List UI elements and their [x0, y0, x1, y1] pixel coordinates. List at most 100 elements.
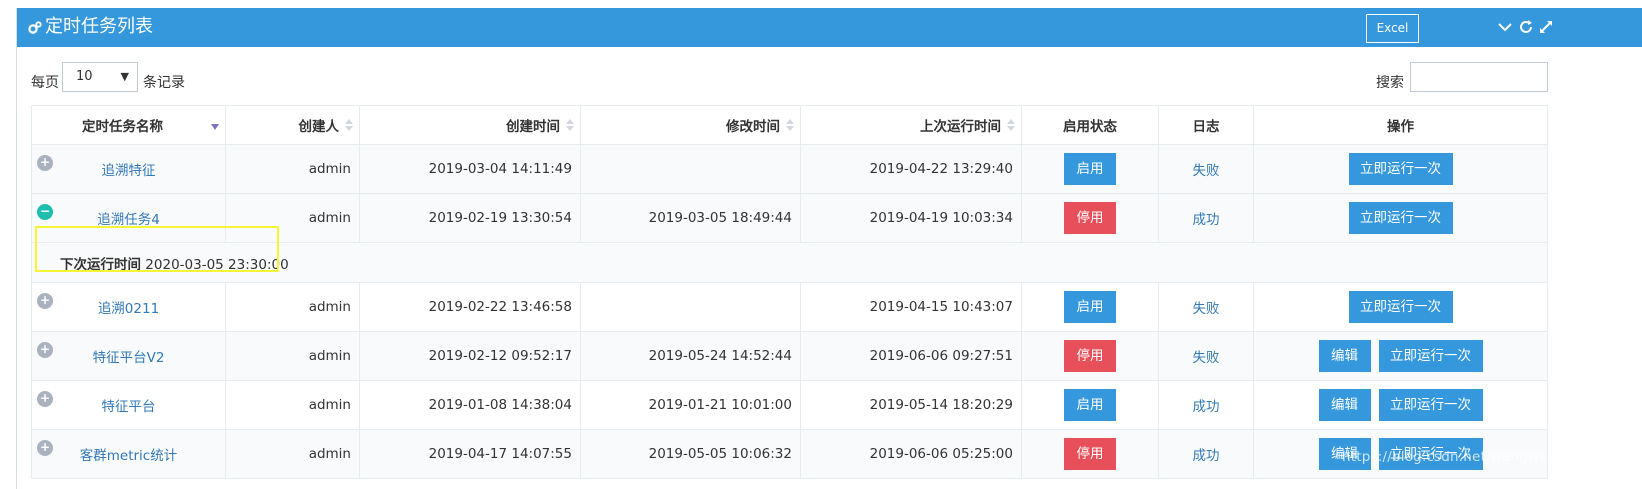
expand-plus-icon[interactable]: +	[37, 155, 53, 171]
sort-desc-icon	[211, 124, 219, 130]
task-list-panel: 定时任务列表 Excel 每页 10 ▼ 条记录 搜索 定时任务名称 创建人 创…	[16, 8, 1642, 489]
log-cell: 成功	[1158, 193, 1254, 243]
collapse-minus-icon[interactable]: −	[37, 204, 53, 220]
actions-cell: 立即运行一次	[1253, 282, 1548, 332]
status-cell: 启用	[1021, 380, 1159, 430]
run-once-button[interactable]: 立即运行一次	[1348, 291, 1453, 323]
per-page-value: 10	[76, 69, 93, 84]
sort-both-icon	[1007, 119, 1015, 131]
per-page-select[interactable]: 10 ▼	[62, 62, 138, 92]
expand-plus-icon[interactable]: +	[37, 440, 53, 456]
per-page-suffix: 条记录	[143, 75, 185, 91]
modified-time-cell: 2019-05-05 10:06:32	[580, 429, 801, 479]
log-link[interactable]: 失败	[1193, 301, 1220, 317]
chevron-down-icon[interactable]	[1497, 19, 1513, 35]
task-name-cell: − 追溯任务4	[31, 193, 226, 243]
refresh-icon[interactable]	[1518, 19, 1534, 35]
last-run-time-cell: 2019-04-15 10:43:07	[800, 282, 1022, 332]
disable-button[interactable]: 停用	[1064, 340, 1116, 372]
task-name-link[interactable]: 特征平台V2	[93, 350, 165, 366]
modified-time-cell	[580, 144, 801, 194]
row-detail: 下次运行时间 2020-03-05 23:30:00	[31, 242, 1548, 283]
actions-cell: 立即运行一次	[1253, 144, 1548, 194]
task-name-cell: + 特征平台	[31, 380, 226, 430]
table-row: + 特征平台 admin 2019-01-08 14:38:04 2019-01-…	[31, 380, 1548, 430]
column-header-status: 启用状态	[1021, 105, 1159, 145]
log-link[interactable]: 失败	[1193, 350, 1220, 366]
created-time-cell: 2019-03-04 14:11:49	[359, 144, 581, 194]
task-name-link[interactable]: 追溯任务4	[97, 212, 160, 228]
task-name-link[interactable]: 客群metric统计	[80, 448, 177, 464]
task-table: 定时任务名称 创建人 创建时间 修改时间 上次运行时间 启用状态 日志 操作 +…	[31, 105, 1548, 479]
log-link[interactable]: 成功	[1193, 448, 1220, 464]
modified-time-cell	[580, 282, 801, 332]
modified-time-cell: 2019-01-21 10:01:00	[580, 380, 801, 430]
log-cell: 失败	[1158, 144, 1254, 194]
run-once-button[interactable]: 立即运行一次	[1348, 202, 1453, 234]
next-run-label: 下次运行时间	[60, 256, 141, 273]
enable-button[interactable]: 启用	[1064, 153, 1116, 185]
expand-plus-icon[interactable]: +	[37, 342, 53, 358]
creator-cell: admin	[225, 380, 360, 430]
status-cell: 停用	[1021, 193, 1159, 243]
sort-both-icon	[566, 119, 574, 131]
caret-down-icon: ▼	[120, 70, 129, 83]
actions-cell: 编辑 立即运行一次	[1253, 331, 1548, 381]
disable-button[interactable]: 停用	[1064, 202, 1116, 234]
actions-cell: 编辑 立即运行一次	[1253, 380, 1548, 430]
last-run-time-cell: 2019-05-14 18:20:29	[800, 380, 1022, 430]
task-name-link[interactable]: 追溯特征	[102, 163, 156, 179]
column-header-modified[interactable]: 修改时间	[580, 105, 801, 145]
task-name-cell: + 特征平台V2	[31, 331, 226, 381]
log-cell: 成功	[1158, 429, 1254, 479]
edit-button[interactable]: 编辑	[1318, 340, 1371, 372]
modified-time-cell: 2019-03-05 18:49:44	[580, 193, 801, 243]
cogs-icon	[28, 21, 42, 34]
created-time-cell: 2019-04-17 14:07:55	[359, 429, 581, 479]
column-header-creator[interactable]: 创建人	[225, 105, 360, 145]
expand-plus-icon[interactable]: +	[37, 293, 53, 309]
log-link[interactable]: 成功	[1193, 212, 1220, 228]
panel-title: 定时任务列表	[45, 16, 153, 37]
last-run-time-cell: 2019-04-22 13:29:40	[800, 144, 1022, 194]
disable-button[interactable]: 停用	[1064, 438, 1116, 470]
status-cell: 启用	[1021, 282, 1159, 332]
per-page-prefix: 每页	[31, 75, 59, 91]
log-link[interactable]: 成功	[1193, 399, 1220, 415]
table-row: + 客群metric统计 admin 2019-04-17 14:07:55 20…	[31, 429, 1548, 479]
actions-cell: 立即运行一次	[1253, 193, 1548, 243]
next-run-value: 2020-03-05 23:30:00	[145, 256, 289, 273]
column-header-log: 日志	[1158, 105, 1254, 145]
column-header-created[interactable]: 创建时间	[359, 105, 581, 145]
log-cell: 失败	[1158, 282, 1254, 332]
edit-button[interactable]: 编辑	[1318, 389, 1371, 421]
excel-export-button[interactable]: Excel	[1366, 14, 1419, 43]
enable-button[interactable]: 启用	[1064, 389, 1116, 421]
column-header-actions: 操作	[1253, 105, 1548, 145]
run-once-button[interactable]: 立即运行一次	[1348, 153, 1453, 185]
run-once-button[interactable]: 立即运行一次	[1378, 340, 1483, 372]
search-input[interactable]	[1410, 62, 1548, 92]
task-name-cell: + 追溯特征	[31, 144, 226, 194]
expand-plus-icon[interactable]: +	[37, 391, 53, 407]
task-name-link[interactable]: 追溯0211	[98, 301, 159, 317]
last-run-time-cell: 2019-04-19 10:03:34	[800, 193, 1022, 243]
column-header-last-run[interactable]: 上次运行时间	[800, 105, 1022, 145]
task-name-cell: + 客群metric统计	[31, 429, 226, 479]
log-cell: 失败	[1158, 331, 1254, 381]
creator-cell: admin	[225, 282, 360, 332]
created-time-cell: 2019-02-22 13:46:58	[359, 282, 581, 332]
fullscreen-icon[interactable]	[1538, 19, 1554, 35]
log-link[interactable]: 失败	[1193, 163, 1220, 179]
sort-both-icon	[345, 119, 353, 131]
run-once-button[interactable]: 立即运行一次	[1378, 389, 1483, 421]
enable-button[interactable]: 启用	[1064, 291, 1116, 323]
table-row: + 特征平台V2 admin 2019-02-12 09:52:17 2019-0…	[31, 331, 1548, 381]
table-row: − 追溯任务4 admin 2019-02-19 13:30:54 2019-03…	[31, 193, 1548, 243]
created-time-cell: 2019-01-08 14:38:04	[359, 380, 581, 430]
task-name-link[interactable]: 特征平台	[102, 399, 156, 415]
column-header-name[interactable]: 定时任务名称	[31, 105, 226, 145]
sort-both-icon	[786, 119, 794, 131]
status-cell: 停用	[1021, 429, 1159, 479]
table-row: + 追溯0211 admin 2019-02-22 13:46:58 2019-0…	[31, 282, 1548, 332]
